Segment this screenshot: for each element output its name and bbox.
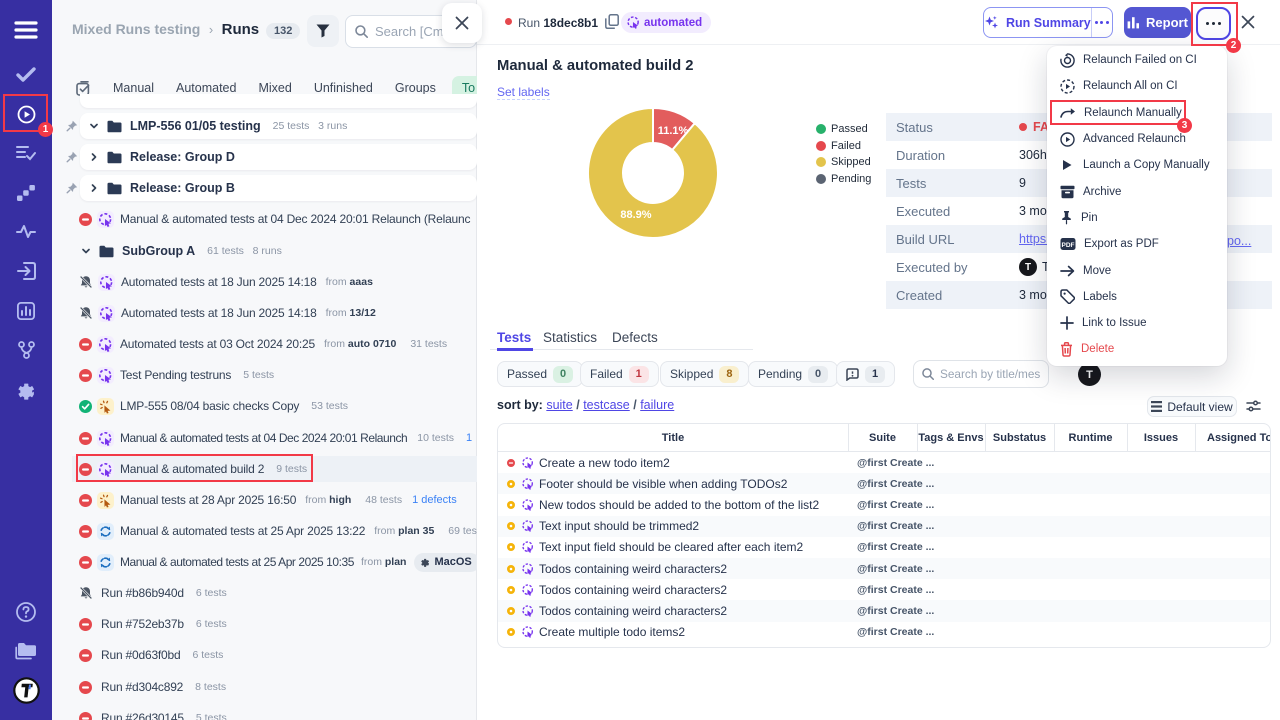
svg-text:88.9%: 88.9% (620, 209, 651, 221)
svg-text:11.1%: 11.1% (658, 125, 689, 137)
svg-text:PDF: PDF (1062, 242, 1075, 249)
